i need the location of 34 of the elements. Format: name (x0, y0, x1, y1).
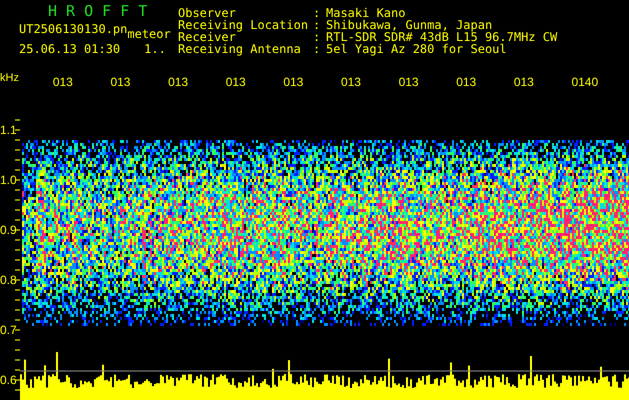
frequency-label: 0.7 (0, 323, 17, 337)
timestamp: 25.06.13 01:30 (19, 43, 120, 55)
info-label: Receiving Location (178, 19, 310, 31)
time-label: 013 (514, 76, 534, 88)
time-label: 013 (52, 76, 73, 88)
app-title: H R O F F T (48, 2, 148, 20)
info-separator: : (313, 31, 322, 43)
info-separator: : (313, 43, 322, 55)
info-label: Receiving Antenna (178, 43, 302, 55)
time-label: 013 (456, 76, 476, 88)
frequency-label: 0.6 (0, 373, 17, 387)
frequency-label: 0.8 (0, 273, 17, 287)
frequency-label: 0.9 (0, 223, 17, 237)
detection-tag: meteor (127, 28, 171, 40)
time-label: 013 (283, 76, 304, 88)
info-value: Masaki Kano (326, 7, 406, 19)
time-label: 013 (226, 76, 246, 88)
time-label: 0140 (571, 76, 598, 88)
counter: 1.. (144, 43, 166, 55)
frequency-label: 1.0 (0, 173, 17, 187)
info-separator: : (313, 19, 322, 31)
info-label: Observer (178, 7, 236, 19)
info-value: Shibukawa, Gunma, Japan (326, 19, 492, 31)
time-label: 013 (340, 76, 361, 88)
file-name: UT2506130130.pn (19, 23, 128, 35)
info-value: RTL-SDR SDR# 43dB L15 96.7MHz CW (326, 31, 558, 43)
time-label: 013 (168, 76, 188, 88)
info-value: 5el Yagi Az 280 for Seoul (326, 43, 507, 55)
frequency-label: 1.1 (0, 123, 17, 137)
info-label: Receiver (178, 31, 236, 43)
axis-unit: kHz (0, 72, 19, 84)
time-label: 013 (110, 76, 130, 88)
time-label: 013 (398, 76, 419, 88)
info-separator: : (313, 7, 322, 19)
